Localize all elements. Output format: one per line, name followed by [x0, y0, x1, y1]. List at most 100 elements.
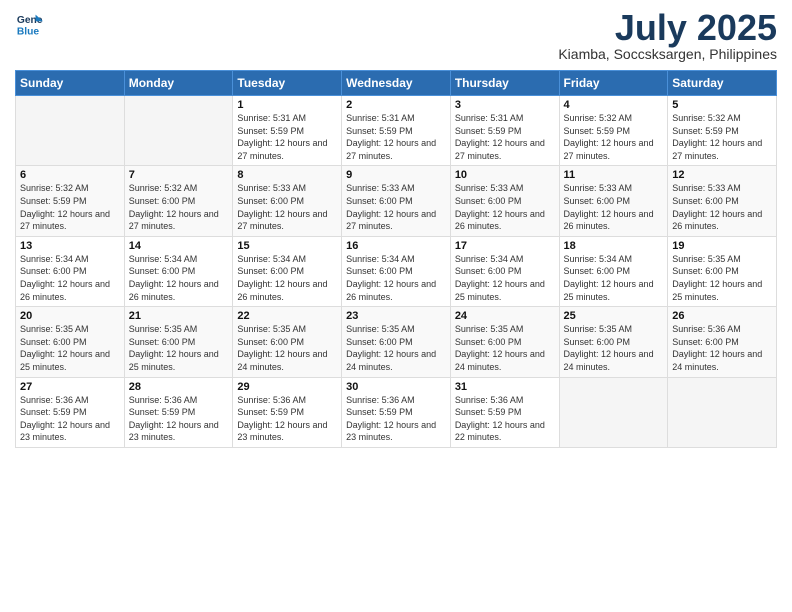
- calendar-cell: 3Sunrise: 5:31 AM Sunset: 5:59 PM Daylig…: [450, 96, 559, 166]
- day-info: Sunrise: 5:33 AM Sunset: 6:00 PM Dayligh…: [672, 182, 772, 232]
- month-title: July 2025: [558, 10, 777, 46]
- calendar-cell: 11Sunrise: 5:33 AM Sunset: 6:00 PM Dayli…: [559, 166, 668, 236]
- svg-text:Blue: Blue: [17, 26, 40, 37]
- calendar-cell: 31Sunrise: 5:36 AM Sunset: 5:59 PM Dayli…: [450, 377, 559, 447]
- day-number: 29: [237, 381, 337, 393]
- day-number: 28: [129, 381, 229, 393]
- day-number: 21: [129, 310, 229, 322]
- day-number: 20: [20, 310, 120, 322]
- day-info: Sunrise: 5:35 AM Sunset: 6:00 PM Dayligh…: [455, 323, 555, 373]
- calendar-cell: 15Sunrise: 5:34 AM Sunset: 6:00 PM Dayli…: [233, 236, 342, 306]
- location-title: Kiamba, Soccsksargen, Philippines: [558, 46, 777, 62]
- day-info: Sunrise: 5:35 AM Sunset: 6:00 PM Dayligh…: [346, 323, 446, 373]
- day-number: 17: [455, 240, 555, 252]
- calendar-cell: 28Sunrise: 5:36 AM Sunset: 5:59 PM Dayli…: [124, 377, 233, 447]
- day-of-week-header: Sunday: [16, 71, 125, 96]
- day-info: Sunrise: 5:36 AM Sunset: 5:59 PM Dayligh…: [129, 394, 229, 444]
- day-info: Sunrise: 5:33 AM Sunset: 6:00 PM Dayligh…: [455, 182, 555, 232]
- day-info: Sunrise: 5:32 AM Sunset: 5:59 PM Dayligh…: [672, 112, 772, 162]
- day-info: Sunrise: 5:36 AM Sunset: 5:59 PM Dayligh…: [346, 394, 446, 444]
- calendar-cell: 20Sunrise: 5:35 AM Sunset: 6:00 PM Dayli…: [16, 307, 125, 377]
- calendar-cell: 4Sunrise: 5:32 AM Sunset: 5:59 PM Daylig…: [559, 96, 668, 166]
- calendar-cell: 10Sunrise: 5:33 AM Sunset: 6:00 PM Dayli…: [450, 166, 559, 236]
- day-number: 2: [346, 99, 446, 111]
- day-number: 23: [346, 310, 446, 322]
- day-info: Sunrise: 5:32 AM Sunset: 6:00 PM Dayligh…: [129, 182, 229, 232]
- day-number: 18: [564, 240, 664, 252]
- calendar-cell: 29Sunrise: 5:36 AM Sunset: 5:59 PM Dayli…: [233, 377, 342, 447]
- day-number: 11: [564, 169, 664, 181]
- calendar-cell: [16, 96, 125, 166]
- day-info: Sunrise: 5:34 AM Sunset: 6:00 PM Dayligh…: [20, 253, 120, 303]
- calendar-cell: 13Sunrise: 5:34 AM Sunset: 6:00 PM Dayli…: [16, 236, 125, 306]
- calendar-cell: 23Sunrise: 5:35 AM Sunset: 6:00 PM Dayli…: [342, 307, 451, 377]
- day-number: 19: [672, 240, 772, 252]
- calendar-cell: 9Sunrise: 5:33 AM Sunset: 6:00 PM Daylig…: [342, 166, 451, 236]
- day-number: 9: [346, 169, 446, 181]
- day-info: Sunrise: 5:35 AM Sunset: 6:00 PM Dayligh…: [129, 323, 229, 373]
- day-number: 5: [672, 99, 772, 111]
- day-info: Sunrise: 5:36 AM Sunset: 6:00 PM Dayligh…: [672, 323, 772, 373]
- calendar-cell: 14Sunrise: 5:34 AM Sunset: 6:00 PM Dayli…: [124, 236, 233, 306]
- calendar-cell: 21Sunrise: 5:35 AM Sunset: 6:00 PM Dayli…: [124, 307, 233, 377]
- calendar-cell: 22Sunrise: 5:35 AM Sunset: 6:00 PM Dayli…: [233, 307, 342, 377]
- day-number: 30: [346, 381, 446, 393]
- calendar-cell: 1Sunrise: 5:31 AM Sunset: 5:59 PM Daylig…: [233, 96, 342, 166]
- calendar-cell: 6Sunrise: 5:32 AM Sunset: 5:59 PM Daylig…: [16, 166, 125, 236]
- calendar-cell: 25Sunrise: 5:35 AM Sunset: 6:00 PM Dayli…: [559, 307, 668, 377]
- day-number: 25: [564, 310, 664, 322]
- day-number: 16: [346, 240, 446, 252]
- calendar-cell: 19Sunrise: 5:35 AM Sunset: 6:00 PM Dayli…: [668, 236, 777, 306]
- day-number: 7: [129, 169, 229, 181]
- page-header: General Blue July 2025 Kiamba, Soccsksar…: [15, 10, 777, 62]
- day-of-week-header: Tuesday: [233, 71, 342, 96]
- day-number: 10: [455, 169, 555, 181]
- title-block: July 2025 Kiamba, Soccsksargen, Philippi…: [558, 10, 777, 62]
- calendar-cell: 2Sunrise: 5:31 AM Sunset: 5:59 PM Daylig…: [342, 96, 451, 166]
- day-number: 13: [20, 240, 120, 252]
- calendar-cell: [124, 96, 233, 166]
- day-number: 8: [237, 169, 337, 181]
- day-info: Sunrise: 5:34 AM Sunset: 6:00 PM Dayligh…: [455, 253, 555, 303]
- day-number: 24: [455, 310, 555, 322]
- day-of-week-header: Friday: [559, 71, 668, 96]
- calendar-cell: 16Sunrise: 5:34 AM Sunset: 6:00 PM Dayli…: [342, 236, 451, 306]
- calendar-cell: 7Sunrise: 5:32 AM Sunset: 6:00 PM Daylig…: [124, 166, 233, 236]
- day-info: Sunrise: 5:35 AM Sunset: 6:00 PM Dayligh…: [20, 323, 120, 373]
- calendar-week-row: 27Sunrise: 5:36 AM Sunset: 5:59 PM Dayli…: [16, 377, 777, 447]
- day-info: Sunrise: 5:35 AM Sunset: 6:00 PM Dayligh…: [237, 323, 337, 373]
- day-info: Sunrise: 5:34 AM Sunset: 6:00 PM Dayligh…: [129, 253, 229, 303]
- calendar-cell: 8Sunrise: 5:33 AM Sunset: 6:00 PM Daylig…: [233, 166, 342, 236]
- day-info: Sunrise: 5:33 AM Sunset: 6:00 PM Dayligh…: [346, 182, 446, 232]
- day-number: 6: [20, 169, 120, 181]
- calendar-cell: [668, 377, 777, 447]
- calendar-header-row: SundayMondayTuesdayWednesdayThursdayFrid…: [16, 71, 777, 96]
- day-number: 15: [237, 240, 337, 252]
- logo-icon: General Blue: [15, 10, 43, 38]
- day-info: Sunrise: 5:36 AM Sunset: 5:59 PM Dayligh…: [455, 394, 555, 444]
- day-info: Sunrise: 5:33 AM Sunset: 6:00 PM Dayligh…: [564, 182, 664, 232]
- day-of-week-header: Monday: [124, 71, 233, 96]
- calendar-table: SundayMondayTuesdayWednesdayThursdayFrid…: [15, 70, 777, 448]
- calendar-cell: 5Sunrise: 5:32 AM Sunset: 5:59 PM Daylig…: [668, 96, 777, 166]
- day-number: 14: [129, 240, 229, 252]
- day-info: Sunrise: 5:34 AM Sunset: 6:00 PM Dayligh…: [346, 253, 446, 303]
- calendar-cell: 26Sunrise: 5:36 AM Sunset: 6:00 PM Dayli…: [668, 307, 777, 377]
- day-number: 31: [455, 381, 555, 393]
- calendar-cell: [559, 377, 668, 447]
- day-info: Sunrise: 5:35 AM Sunset: 6:00 PM Dayligh…: [564, 323, 664, 373]
- day-info: Sunrise: 5:34 AM Sunset: 6:00 PM Dayligh…: [237, 253, 337, 303]
- calendar-cell: 24Sunrise: 5:35 AM Sunset: 6:00 PM Dayli…: [450, 307, 559, 377]
- day-info: Sunrise: 5:35 AM Sunset: 6:00 PM Dayligh…: [672, 253, 772, 303]
- calendar-week-row: 20Sunrise: 5:35 AM Sunset: 6:00 PM Dayli…: [16, 307, 777, 377]
- day-number: 3: [455, 99, 555, 111]
- day-info: Sunrise: 5:31 AM Sunset: 5:59 PM Dayligh…: [237, 112, 337, 162]
- calendar-week-row: 13Sunrise: 5:34 AM Sunset: 6:00 PM Dayli…: [16, 236, 777, 306]
- day-number: 4: [564, 99, 664, 111]
- day-of-week-header: Thursday: [450, 71, 559, 96]
- day-of-week-header: Wednesday: [342, 71, 451, 96]
- logo: General Blue: [15, 10, 43, 38]
- day-info: Sunrise: 5:34 AM Sunset: 6:00 PM Dayligh…: [564, 253, 664, 303]
- day-info: Sunrise: 5:32 AM Sunset: 5:59 PM Dayligh…: [564, 112, 664, 162]
- calendar-cell: 27Sunrise: 5:36 AM Sunset: 5:59 PM Dayli…: [16, 377, 125, 447]
